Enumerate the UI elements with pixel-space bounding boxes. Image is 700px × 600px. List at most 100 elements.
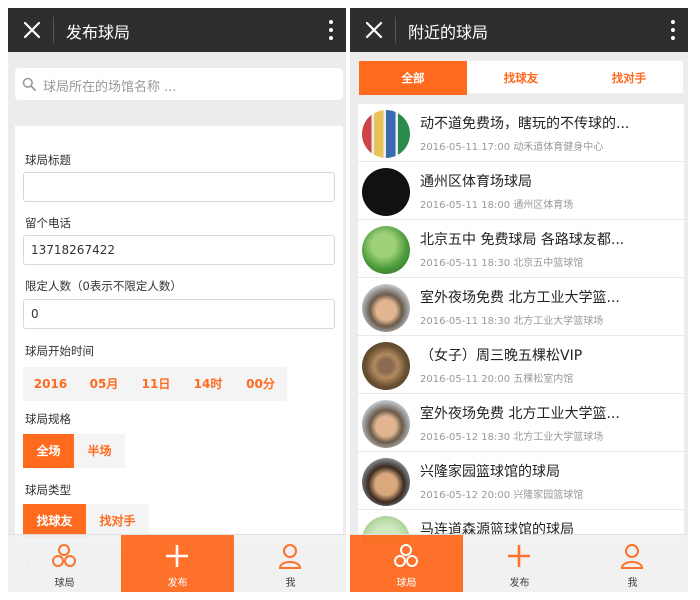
game-meta: 2016-05-11 20:00 五棵松室内馆: [420, 370, 573, 385]
top-bar: 发布球局: [8, 8, 346, 52]
start-time-picker: 2016 05月 11日 14时 00分: [23, 367, 287, 401]
type-label: 球局类型: [25, 483, 71, 497]
game-title: 室外夜场免费 北方工业大学篮...: [420, 406, 620, 422]
tab-me-label: 我: [627, 578, 638, 589]
game-venue: 动禾道体育健身中心: [513, 142, 604, 153]
day-picker[interactable]: 11日: [130, 367, 182, 401]
page-title: 附近的球局: [408, 23, 489, 42]
game-venue: 北方工业大学篮球场: [513, 432, 604, 443]
type-find-opponents[interactable]: 找对手: [86, 504, 149, 538]
game-date: 2016-05-11 18:30: [420, 258, 511, 269]
player-limit-field[interactable]: 0: [23, 299, 335, 329]
game-meta: 2016-05-11 18:30 北京五中篮球馆: [420, 254, 583, 269]
list-item[interactable]: （女子）周三晚五棵松VIP 2016-05-11 20:00 五棵松室内馆: [358, 336, 684, 394]
game-venue: 通州区体育场: [513, 200, 574, 211]
game-date: 2016-05-12 20:00: [420, 490, 511, 501]
plus-icon: [166, 545, 188, 567]
minute-picker[interactable]: 00分: [234, 367, 287, 401]
avatar: [362, 226, 410, 274]
type-find-teammates[interactable]: 找球友: [23, 504, 86, 538]
format-half-court[interactable]: 半场: [74, 434, 125, 468]
games-icon: [52, 544, 76, 567]
tab-games-label: 球局: [396, 578, 417, 589]
filter-find-teammates[interactable]: 找球友: [467, 61, 575, 95]
game-title: 北京五中 免费球局 各路球友都...: [420, 232, 625, 248]
game-date: 2016-05-12 18:30: [420, 432, 511, 443]
venue-search-input[interactable]: 球局所在的场馆名称 ...: [15, 68, 343, 100]
avatar: [362, 400, 410, 448]
game-date: 2016-05-11 20:00: [420, 374, 511, 385]
close-icon[interactable]: [360, 16, 388, 44]
search-icon: [22, 77, 36, 91]
filter-find-opponents[interactable]: 找对手: [575, 61, 683, 95]
avatar: [362, 458, 410, 506]
game-venue: 兴隆家园篮球馆: [513, 490, 584, 501]
list-item[interactable]: 室外夜场免费 北方工业大学篮... 2016-05-12 18:30 北方工业大…: [358, 394, 684, 452]
year-picker[interactable]: 2016: [23, 367, 78, 401]
topbar-divider: [53, 17, 54, 43]
more-options-icon[interactable]: [668, 18, 678, 42]
page-title: 发布球局: [66, 23, 131, 42]
tab-publish-label: 发布: [167, 578, 188, 589]
avatar: [362, 284, 410, 332]
top-bar: 附近的球局: [350, 8, 688, 52]
bottom-tab-bar: 球局 发布 我: [350, 534, 688, 592]
list-item[interactable]: 动不道免费场，瞎玩的不传球的... 2016-05-11 17:00 动禾道体育…: [358, 104, 684, 162]
screenshot-canvas: 发布球局 球局所在的场馆名称 ... 球局标题 留个电话 13718267422…: [0, 0, 700, 600]
month-picker[interactable]: 05月: [78, 367, 130, 401]
game-date: 2016-05-11 17:00: [420, 142, 511, 153]
format-full-court[interactable]: 全场: [23, 434, 74, 468]
close-icon[interactable]: [18, 16, 46, 44]
list-item[interactable]: 室外夜场免费 北方工业大学篮... 2016-05-11 18:30 北方工业大…: [358, 278, 684, 336]
game-venue: 五棵松室内馆: [513, 374, 574, 385]
title-label: 球局标题: [25, 153, 71, 167]
tab-publish[interactable]: 发布: [463, 535, 576, 592]
publish-form: 球局标题 留个电话 13718267422 限定人数（0表示不限定人数） 0 球…: [15, 126, 343, 575]
avatar: [362, 342, 410, 390]
list-item[interactable]: 兴隆家园篮球馆的球局 2016-05-12 20:00 兴隆家园篮球馆: [358, 452, 684, 510]
tab-me[interactable]: 我: [234, 535, 346, 592]
list-item[interactable]: 北京五中 免费球局 各路球友都... 2016-05-11 18:30 北京五中…: [358, 220, 684, 278]
type-selector: 找球友 找对手: [23, 504, 149, 538]
game-filter-tabs: 全部 找球友 找对手: [358, 60, 684, 95]
game-venue: 北方工业大学篮球场: [513, 316, 604, 327]
game-title: 动不道免费场，瞎玩的不传球的...: [420, 116, 630, 132]
game-title: 通州区体育场球局: [420, 174, 532, 190]
game-date: 2016-05-11 18:30: [420, 316, 511, 327]
tab-games[interactable]: 球局: [350, 535, 463, 592]
filter-all[interactable]: 全部: [359, 61, 467, 95]
user-icon: [278, 544, 302, 569]
nearby-games-list: 动不道免费场，瞎玩的不传球的... 2016-05-11 17:00 动禾道体育…: [358, 104, 684, 544]
avatar: [362, 110, 410, 158]
game-meta: 2016-05-11 17:00 动禾道体育健身中心: [420, 138, 603, 153]
bottom-tab-bar: 球局 发布 我: [8, 534, 346, 592]
tab-publish-label: 发布: [509, 578, 530, 589]
tab-me-label: 我: [285, 578, 296, 589]
hour-picker[interactable]: 14时: [182, 367, 234, 401]
plus-icon: [508, 545, 530, 567]
avatar: [362, 168, 410, 216]
phone-label: 留个电话: [25, 216, 71, 230]
tab-me[interactable]: 我: [576, 535, 688, 592]
game-venue: 北京五中篮球馆: [513, 258, 584, 269]
game-meta: 2016-05-12 18:30 北方工业大学篮球场: [420, 428, 603, 443]
topbar-divider: [395, 17, 396, 43]
game-title: 室外夜场免费 北方工业大学篮...: [420, 290, 620, 306]
player-limit-label: 限定人数（0表示不限定人数）: [25, 279, 182, 293]
more-options-icon[interactable]: [326, 18, 336, 42]
format-selector: 全场 半场: [23, 434, 125, 468]
list-item[interactable]: 通州区体育场球局 2016-05-11 18:00 通州区体育场: [358, 162, 684, 220]
user-icon: [620, 544, 644, 569]
tab-games[interactable]: 球局: [8, 535, 121, 592]
game-title: （女子）周三晚五棵松VIP: [420, 348, 583, 364]
tab-games-label: 球局: [54, 578, 75, 589]
title-field[interactable]: [23, 172, 335, 202]
game-meta: 2016-05-11 18:00 通州区体育场: [420, 196, 573, 211]
game-title: 兴隆家园篮球馆的球局: [420, 464, 560, 480]
tab-publish[interactable]: 发布: [121, 535, 234, 592]
game-meta: 2016-05-12 20:00 兴隆家园篮球馆: [420, 486, 583, 501]
publish-game-screen: 发布球局 球局所在的场馆名称 ... 球局标题 留个电话 13718267422…: [8, 8, 346, 592]
game-meta: 2016-05-11 18:30 北方工业大学篮球场: [420, 312, 603, 327]
nearby-games-screen: 附近的球局 全部 找球友 找对手 动不道免费场，瞎玩的不传球的... 2016-…: [350, 8, 688, 592]
phone-field[interactable]: 13718267422: [23, 235, 335, 265]
